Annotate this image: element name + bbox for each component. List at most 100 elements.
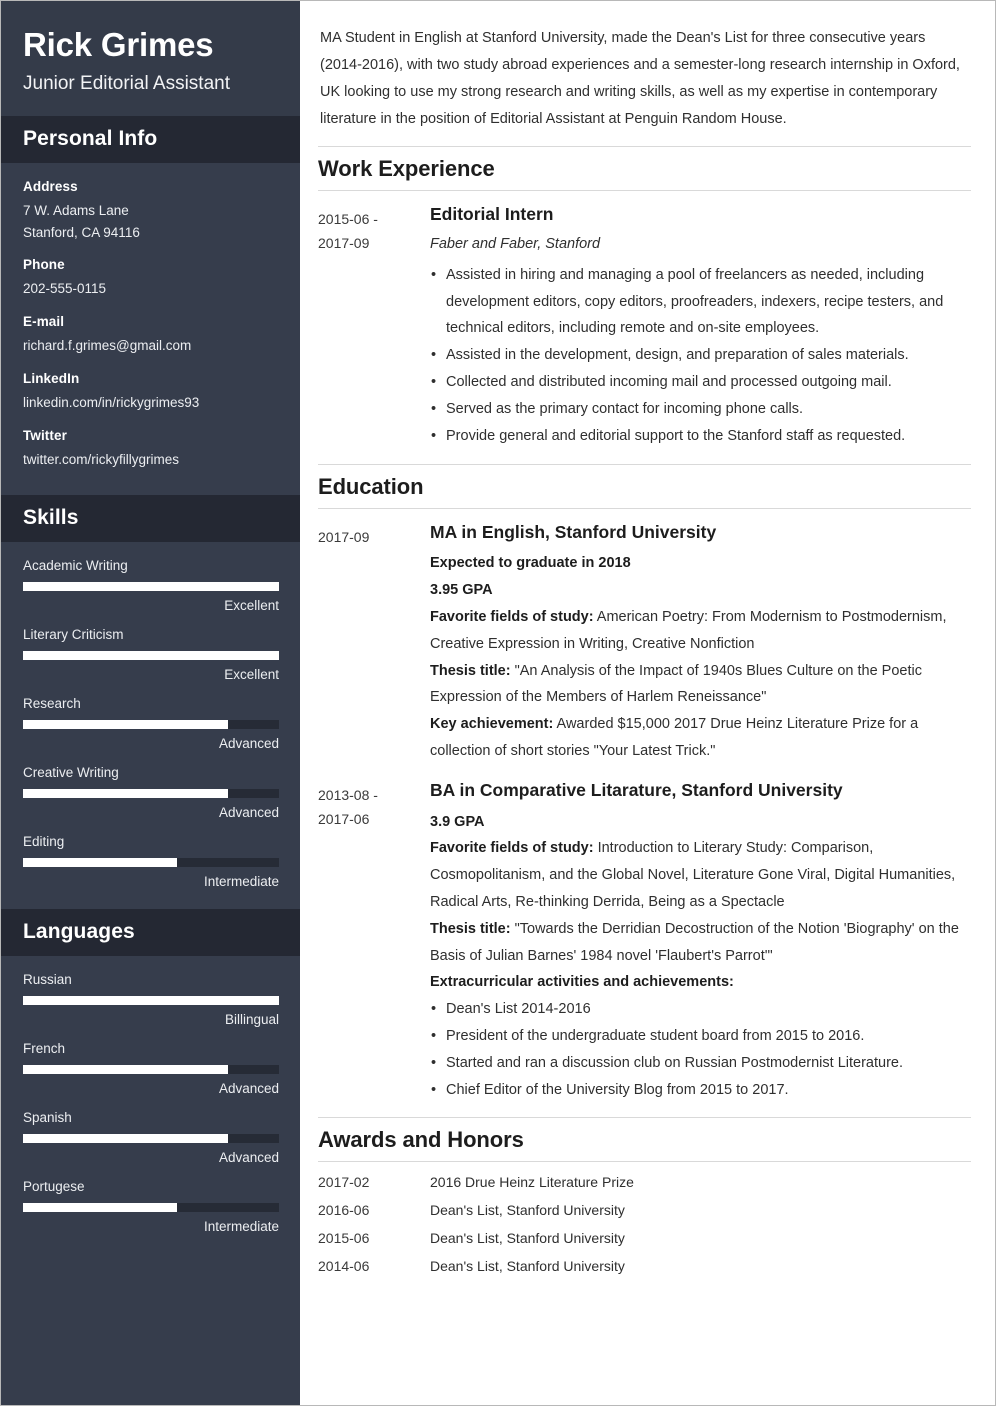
- personal-info-heading: Personal Info: [23, 126, 158, 150]
- awards-head: Awards and Honors: [318, 1117, 971, 1163]
- language-level: Intermediate: [203, 1218, 279, 1234]
- skill-name: Literary Criticism: [23, 626, 124, 642]
- contact-group: E-mail richard.f.grimes@gmail.com: [23, 314, 278, 357]
- awards-heading: Awards and Honors: [318, 1127, 524, 1153]
- skill-item: Academic Writing Excellent: [23, 557, 279, 613]
- skill-item: Creative Writing Advanced: [23, 764, 279, 820]
- contact-label: Address: [23, 178, 78, 194]
- language-bar-track: [23, 995, 279, 1005]
- language-level: Advanced: [218, 1149, 279, 1165]
- award-text: Dean's List, Stanford University: [430, 1202, 625, 1219]
- work-entry-title: Editorial Intern: [430, 203, 554, 224]
- work-entry-employer: Faber and Faber, Stanford: [430, 235, 601, 252]
- skill-name: Editing: [23, 833, 65, 849]
- award-text: 2016 Drue Heinz Literature Prize: [430, 1174, 634, 1191]
- contact-group: Address 7 W. Adams Lane Stanford, CA 94116: [23, 179, 278, 244]
- language-name: French: [23, 1040, 66, 1056]
- languages-heading: Languages: [23, 919, 135, 943]
- bullet-item: Chief Editor of the University Blog from…: [430, 1077, 971, 1104]
- professional-summary: MA Student in English at Stanford Univer…: [320, 30, 960, 127]
- contact-group: Phone 202-555-0115: [23, 257, 278, 300]
- detail-label: Thesis title:: [430, 662, 511, 679]
- work-experience-head: Work Experience: [318, 145, 971, 191]
- date-start: 2013-08 -: [318, 786, 378, 803]
- language-bar-fill: [23, 1133, 228, 1143]
- contact-group: LinkedIn linkedin.com/in/rickygrimes93: [23, 371, 278, 414]
- education-entry-bullets: Dean's List 2014-2016President of the un…: [430, 996, 971, 1103]
- education-strong-line: 3.95 GPA: [430, 582, 493, 599]
- contact-group: Twitter twitter.com/rickyfillygrimes: [23, 428, 278, 471]
- education-entry: 2013-08 - 2017-06 BA in Comparative Litara…: [318, 779, 971, 1104]
- skill-level: Excellent: [224, 666, 279, 682]
- award-date: 2016-06: [318, 1202, 370, 1219]
- education-detail-line: Thesis title: "Towards the Derridian Dec…: [430, 916, 971, 970]
- contact-value: 7 W. Adams Lane: [23, 202, 129, 218]
- award-date: 2015-06: [318, 1230, 370, 1247]
- skill-item: Research Advanced: [23, 695, 279, 751]
- bullet-item: Dean's List 2014-2016: [430, 996, 971, 1023]
- detail-label: Favorite fields of study:: [430, 608, 594, 625]
- skill-bar-track: [23, 857, 279, 867]
- work-entry: 2015-06 - 2017-09 Editorial Intern Faber an…: [318, 203, 971, 450]
- language-bar-track: [23, 1064, 279, 1074]
- detail-label: Thesis title:: [430, 920, 511, 937]
- education-entries: 2017-09 MA in English, Stanford Universit…: [318, 521, 971, 1104]
- contact-value: linkedin.com/in/rickygrimes93: [23, 395, 200, 411]
- award-text: Dean's List, Stanford University: [430, 1230, 625, 1247]
- education-strong-line: Expected to graduate in 2018: [430, 555, 631, 572]
- contact-value: Stanford, CA 94116: [23, 224, 140, 240]
- skill-bar-track: [23, 650, 279, 660]
- education-entry: 2017-09 MA in English, Stanford Universit…: [318, 521, 971, 765]
- education-bullets-heading: Extracurricular activities and achieveme…: [430, 974, 734, 991]
- language-bar-fill: [23, 995, 279, 1005]
- education-entry-body: MA in English, Stanford University Expect…: [430, 521, 971, 765]
- detail-label: Key achievement:: [430, 716, 554, 733]
- awards-rows: 2017-02 2016 Drue Heinz Literature Prize 2…: [318, 1174, 971, 1274]
- language-item: French Advanced: [23, 1040, 279, 1096]
- bullet-item: Assisted in hiring and managing a pool o…: [430, 262, 971, 342]
- education-detail-line: Thesis title: "An Analysis of the Impact…: [430, 658, 971, 712]
- personal-info-band: Personal Info: [1, 115, 300, 163]
- skill-item: Literary Criticism Excellent: [23, 626, 279, 682]
- language-item: Russian Billingual: [23, 971, 279, 1027]
- award-date: 2017-02: [318, 1174, 370, 1191]
- language-item: Spanish Advanced: [23, 1110, 279, 1165]
- skill-level: Intermediate: [203, 873, 279, 889]
- education-head: Education: [318, 463, 971, 509]
- skill-bar-fill: [23, 581, 279, 591]
- contact-label: Phone: [23, 257, 65, 273]
- education-entry-body: BA in Comparative Litarature, Stanford U…: [430, 779, 971, 1104]
- personal-info-body: Address 7 W. Adams Lane Stanford, CA 94116…: [1, 163, 300, 495]
- resume-page: Rick Grimes Junior Editorial Assistant P…: [0, 0, 996, 1406]
- language-name: Russian: [23, 971, 72, 987]
- resume-sidebar: Rick Grimes Junior Editorial Assistant P…: [1, 1, 300, 1405]
- education-entry-date: 2017-09: [318, 521, 430, 549]
- education-heading: Education: [318, 473, 424, 499]
- bullet-item: Collected and distributed incoming mail …: [430, 369, 971, 396]
- date-end: 2017-09: [318, 234, 370, 251]
- education-entry-title: BA in Comparative Litarature, Stanford U…: [430, 779, 843, 800]
- award-text: Dean's List, Stanford University: [430, 1258, 625, 1275]
- skill-name: Creative Writing: [23, 764, 119, 780]
- bullet-item: Started and ran a discussion club on Rus…: [430, 1050, 971, 1077]
- language-bar-fill: [23, 1064, 228, 1074]
- work-experience-section: Work Experience 2015-06 - 2017-09 Editoria…: [318, 145, 971, 450]
- contact-value: 202-555-0115: [23, 281, 107, 297]
- skill-name: Academic Writing: [23, 557, 128, 573]
- bullet-item: Assisted in the development, design, and…: [430, 342, 971, 369]
- contact-label: Twitter: [23, 428, 67, 444]
- date-start: 2017-09: [318, 528, 370, 545]
- identity-block: Rick Grimes Junior Editorial Assistant: [1, 1, 300, 116]
- skill-name: Research: [23, 695, 81, 711]
- languages-body: Russian Billingual French Advanced Spanish Ad…: [1, 956, 300, 1262]
- language-bar-track: [23, 1133, 279, 1143]
- skills-band: Skills: [1, 494, 300, 542]
- education-entry-title: MA in English, Stanford University: [430, 521, 717, 542]
- skill-item: Editing Intermediate: [23, 833, 279, 889]
- education-detail-line: Favorite fields of study: Introduction t…: [430, 835, 971, 915]
- education-entry-date: 2013-08 - 2017-06: [318, 779, 430, 831]
- education-strong-line: 3.9 GPA: [430, 813, 485, 830]
- skill-bar-track: [23, 788, 279, 798]
- awards-section: Awards and Honors 2017-02 2016 Drue Heinz…: [318, 1117, 971, 1274]
- skill-level: Excellent: [224, 597, 279, 613]
